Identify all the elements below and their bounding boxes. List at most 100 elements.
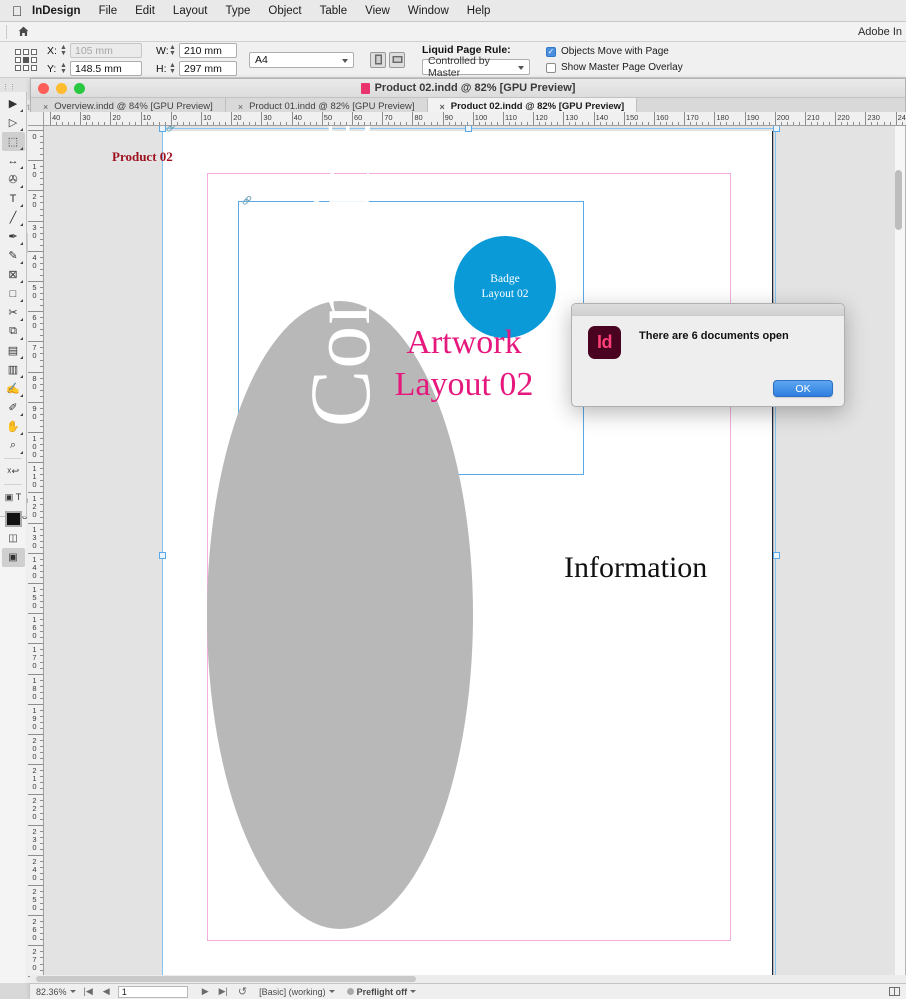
menu-item-layout[interactable]: Layout <box>164 0 217 22</box>
page-size-select[interactable]: A4 <box>249 52 354 68</box>
vertical-ruler[interactable]: 0102030405060708090100110120130140150160… <box>28 126 44 983</box>
fill-color-swatch[interactable] <box>5 511 22 527</box>
home-icon[interactable] <box>14 23 32 41</box>
ok-button[interactable]: OK <box>773 380 833 397</box>
normal-view-mode-icon[interactable]: ◫ <box>2 529 25 548</box>
pen-tool[interactable]: ✒ <box>2 227 25 246</box>
refpoint-cell[interactable] <box>15 49 21 55</box>
ruler-corner-box[interactable] <box>28 112 44 126</box>
refpoint-cell[interactable] <box>31 49 37 55</box>
edit-in-story-editor-icon[interactable]: ↺ <box>236 985 249 998</box>
eyedropper-tool[interactable]: ✐ <box>2 398 25 417</box>
information-text[interactable]: Information <box>564 551 707 585</box>
gap-tool[interactable]: ↔ <box>2 151 25 170</box>
frame-tool[interactable]: ⊠ <box>2 265 25 284</box>
vertical-scrollbar-thumb[interactable] <box>895 170 902 230</box>
preflight-chevron-icon[interactable] <box>410 990 416 993</box>
note-tool[interactable]: ✍ <box>2 379 25 398</box>
y-input[interactable]: 148.5 mm <box>70 61 142 76</box>
apply-none-icon[interactable]: ☓↩ <box>2 462 25 481</box>
page-number-input[interactable]: 1 <box>118 986 188 998</box>
rectangle-tool[interactable]: □ <box>2 284 25 303</box>
preflight-control[interactable]: Preflight off <box>347 987 417 997</box>
w-stepper[interactable]: ▲▼ <box>168 44 177 58</box>
tab-close-icon[interactable]: × <box>43 102 48 112</box>
split-view-icon[interactable] <box>889 987 900 996</box>
menu-item-table[interactable]: Table <box>311 0 357 22</box>
show-master-page-overlay-checkbox[interactable]: Show Master Page Overlay <box>546 62 683 73</box>
previous-page-button[interactable]: ◀ <box>101 986 112 997</box>
checkbox-unchecked-icon[interactable] <box>546 63 556 73</box>
direct-selection-tool[interactable]: ▷ <box>2 113 25 132</box>
tab-close-icon[interactable]: × <box>238 102 243 112</box>
menu-item-type[interactable]: Type <box>216 0 259 22</box>
landscape-orientation-icon[interactable] <box>389 52 405 68</box>
type-tool[interactable]: T <box>2 189 25 208</box>
y-stepper[interactable]: ▲▼ <box>59 62 68 76</box>
content-collector-tool[interactable]: ✇ <box>2 170 25 189</box>
portrait-orientation-icon[interactable] <box>370 52 386 68</box>
h-stepper[interactable]: ▲▼ <box>168 62 177 76</box>
reference-point-selector[interactable] <box>13 47 39 73</box>
w-input[interactable]: 210 mm <box>179 43 237 58</box>
objects-move-with-page-checkbox[interactable]: Objects Move with Page <box>546 46 683 57</box>
page-tool[interactable]: ⬚ <box>2 132 25 151</box>
selection-handle-ml[interactable] <box>159 552 166 559</box>
h-field-row: H: ▲▼ 297 mm <box>156 62 237 76</box>
zoom-tool[interactable]: ⌕ <box>2 436 25 455</box>
line-tool[interactable]: ╱ <box>2 208 25 227</box>
scissors-tool[interactable]: ✂ <box>2 303 25 322</box>
last-page-button[interactable]: ▶| <box>217 986 230 997</box>
chevron-down-icon[interactable] <box>70 990 76 993</box>
tools-panel-grabber[interactable]: ⋮⋮ <box>2 83 24 91</box>
tab-label: Product 01.indd @ 82% [GPU Preview] <box>249 101 414 112</box>
x-input[interactable]: 105 mm <box>70 43 142 58</box>
preview-mode-icon[interactable]: ▣ <box>2 548 25 567</box>
horizontal-scrollbar-thumb[interactable] <box>36 976 416 982</box>
refpoint-cell[interactable] <box>23 49 29 55</box>
refpoint-cell[interactable] <box>31 57 37 63</box>
menu-item-file[interactable]: File <box>90 0 127 22</box>
refpoint-cell[interactable] <box>15 57 21 63</box>
refpoint-cell-center[interactable] <box>23 57 29 63</box>
liquid-page-rule-select[interactable]: Controlled by Master <box>422 59 530 75</box>
fill-stroke-swatch[interactable] <box>2 508 25 529</box>
preset-chevron-icon[interactable] <box>329 990 335 993</box>
refpoint-cell[interactable] <box>23 65 29 71</box>
zoom-level-control[interactable]: 82.36% <box>36 987 76 997</box>
gradient-swatch-tool[interactable]: ▤ <box>2 341 25 360</box>
dialog-titlebar[interactable] <box>572 304 844 316</box>
ruler-tick-label: 150 <box>31 585 37 609</box>
hand-tool[interactable]: ✋ <box>2 417 25 436</box>
h-input[interactable]: 297 mm <box>179 61 237 76</box>
menu-item-window[interactable]: Window <box>399 0 458 22</box>
selection-tool[interactable]: ▶ <box>2 94 25 113</box>
ruler-minor-tick <box>40 414 44 415</box>
preset-control[interactable]: [Basic] (working) <box>259 987 335 997</box>
horizontal-ruler[interactable]: 4030201001020304050607080901001101201301… <box>44 112 906 126</box>
menu-item-edit[interactable]: Edit <box>126 0 164 22</box>
selection-handle-tr[interactable] <box>773 126 780 132</box>
first-page-button[interactable]: |◀ <box>82 986 95 997</box>
menu-item-indesign[interactable]: InDesign <box>28 0 90 22</box>
page-link-icon[interactable]: 🔗 <box>166 126 180 132</box>
refpoint-cell[interactable] <box>31 65 37 71</box>
menu-item-object[interactable]: Object <box>259 0 310 22</box>
pencil-tool[interactable]: ✎ <box>2 246 25 265</box>
gradient-feather-tool[interactable]: ▥ <box>2 360 25 379</box>
selection-handle-mr[interactable] <box>773 552 780 559</box>
document-canvas[interactable]: 🔗 🔗 Container Badge Layout 02 Artwork La… <box>44 126 895 983</box>
ruler-major-tick <box>28 553 44 554</box>
x-stepper[interactable]: ▲▼ <box>59 44 68 58</box>
checkbox-checked-icon[interactable] <box>546 47 556 57</box>
menu-item-view[interactable]: View <box>356 0 399 22</box>
product-title-text[interactable]: Product 02 <box>112 149 173 165</box>
free-transform-tool[interactable]: ⧉ <box>2 322 25 341</box>
refpoint-cell[interactable] <box>15 65 21 71</box>
tab-close-icon[interactable]: × <box>440 102 445 112</box>
apple-menu-icon[interactable]:  <box>6 4 28 18</box>
next-page-button[interactable]: ▶ <box>200 986 211 997</box>
menu-item-help[interactable]: Help <box>458 0 500 22</box>
formatting-affects-container-icon[interactable]: ▣ T <box>2 488 25 507</box>
selection-handle-tl[interactable] <box>159 126 166 132</box>
